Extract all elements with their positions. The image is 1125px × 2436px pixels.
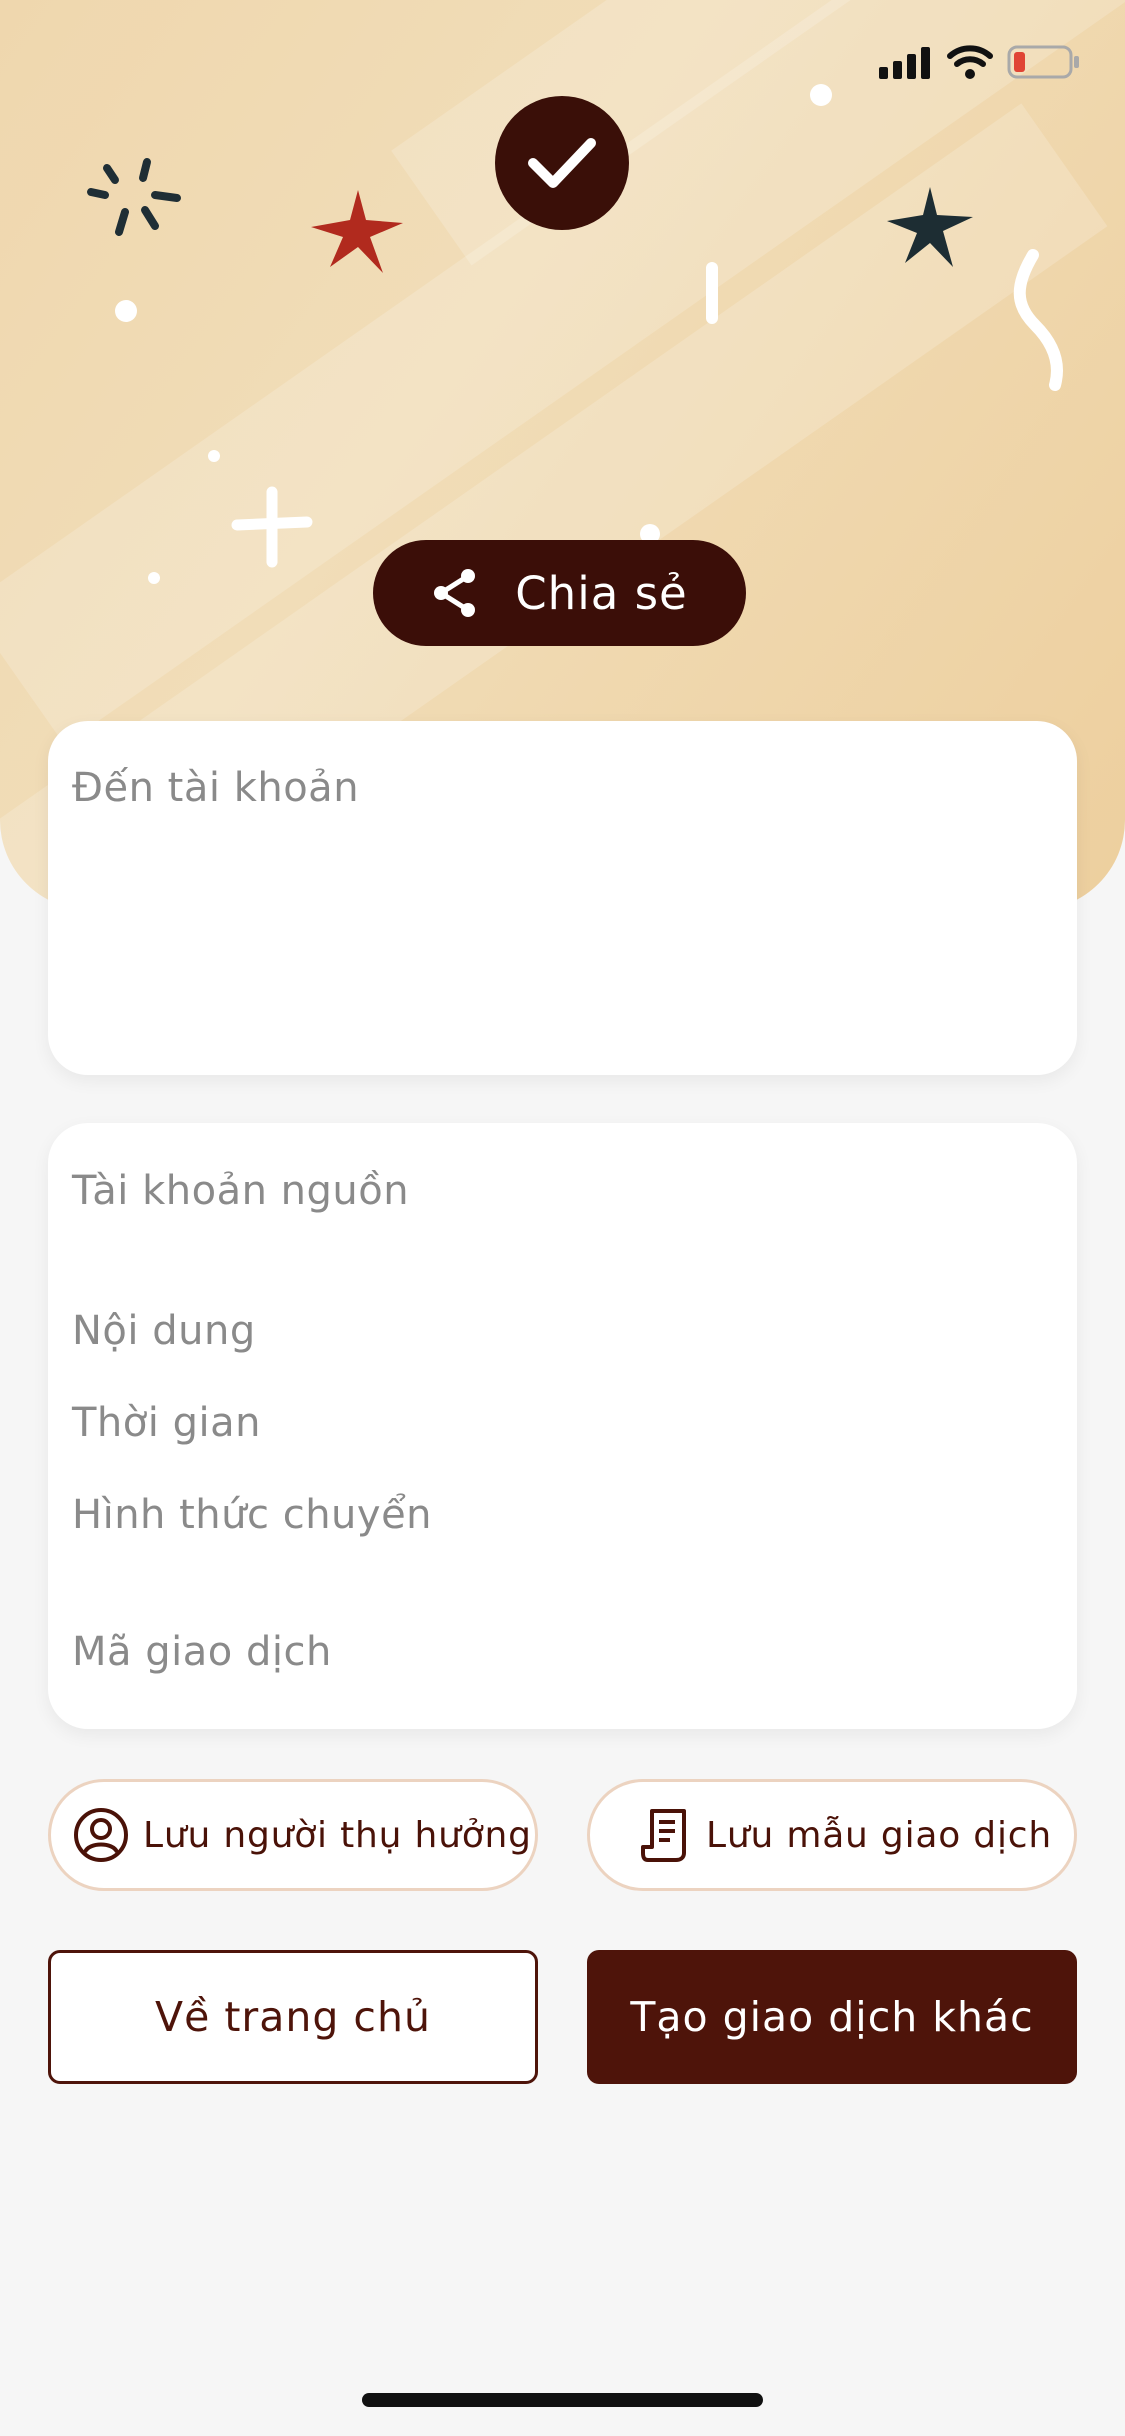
share-button[interactable]: Chia sẻ bbox=[373, 540, 746, 646]
new-transaction-button[interactable]: Tạo giao dịch khác bbox=[587, 1950, 1077, 2084]
status-bar bbox=[879, 44, 1081, 80]
confetti-dot bbox=[208, 450, 220, 462]
transaction-id-label: Mã giao dịch bbox=[72, 1629, 332, 1675]
save-beneficiary-button[interactable]: Lưu người thụ hưởng bbox=[48, 1779, 538, 1891]
wifi-icon bbox=[947, 45, 993, 79]
content-label: Nội dung bbox=[72, 1308, 256, 1354]
dark-star-icon bbox=[887, 187, 973, 267]
transfer-success-screen: Chia sẻ Đến tài khoản Tài khoản nguồn Nộ… bbox=[0, 0, 1125, 2436]
plus-icon bbox=[231, 486, 313, 568]
confetti-line bbox=[706, 262, 718, 324]
home-indicator[interactable] bbox=[362, 2393, 763, 2407]
share-label: Chia sẻ bbox=[515, 566, 688, 620]
burst-icon bbox=[87, 158, 181, 236]
share-icon bbox=[434, 569, 476, 617]
receipt-icon bbox=[641, 1809, 686, 1862]
confetti-dot bbox=[148, 572, 160, 584]
destination-account-title: Đến tài khoản bbox=[72, 765, 360, 811]
save-beneficiary-label: Lưu người thụ hưởng bbox=[143, 1814, 532, 1856]
confetti-dot bbox=[810, 84, 832, 106]
home-button[interactable]: Về trang chủ bbox=[48, 1950, 538, 2084]
squiggle-icon bbox=[1013, 249, 1063, 391]
source-account-label: Tài khoản nguồn bbox=[72, 1168, 410, 1214]
battery-icon bbox=[1007, 45, 1079, 79]
new-transaction-label: Tạo giao dịch khác bbox=[630, 1993, 1034, 2041]
user-icon bbox=[74, 1808, 128, 1862]
checkmark-icon bbox=[528, 138, 596, 188]
confetti-dot bbox=[115, 300, 137, 322]
home-button-label: Về trang chủ bbox=[155, 1993, 431, 2041]
transaction-info-card: Tài khoản nguồn Nội dung Thời gian Hình … bbox=[48, 1123, 1077, 1729]
time-label: Thời gian bbox=[72, 1400, 261, 1446]
save-template-label: Lưu mẫu giao dịch bbox=[706, 1814, 1052, 1856]
save-template-button[interactable]: Lưu mẫu giao dịch bbox=[587, 1779, 1077, 1891]
transfer-type-label: Hình thức chuyển bbox=[72, 1492, 433, 1538]
signal-icon bbox=[879, 47, 930, 79]
destination-account-card: Đến tài khoản bbox=[48, 721, 1077, 1075]
red-star-icon bbox=[311, 190, 403, 273]
success-check-badge bbox=[495, 96, 629, 230]
